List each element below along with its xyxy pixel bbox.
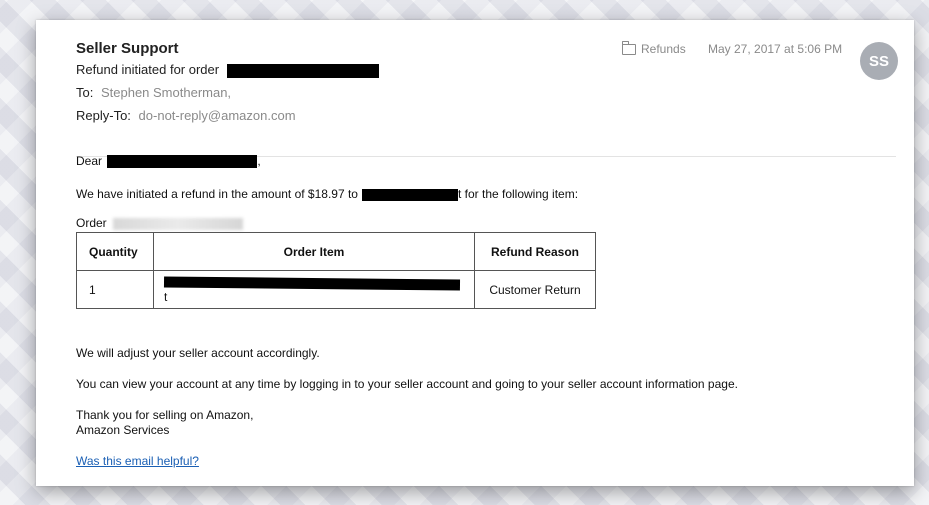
refund-line: We have initiated a refund in the amount…: [76, 187, 578, 201]
sender-name: Seller Support: [76, 40, 179, 57]
refund-table: Quantity Order Item Refund Reason 1 t Cu…: [76, 232, 596, 309]
cell-quantity: 1: [76, 270, 154, 309]
subject-text: Refund initiated for order: [76, 62, 220, 77]
mailbox-tag[interactable]: Refunds: [622, 40, 686, 56]
header-quantity: Quantity: [76, 232, 154, 271]
mailbox-name: Refunds: [641, 42, 686, 56]
adjust-line: We will adjust your seller account accor…: [76, 346, 320, 360]
avatar[interactable]: SS: [860, 42, 898, 80]
table-header-row: Quantity Order Item Refund Reason: [76, 232, 596, 271]
item-tail: t: [164, 289, 168, 304]
order-label: Order: [76, 216, 107, 230]
table-row: 1 t Customer Return: [76, 270, 596, 309]
header-order-item: Order Item: [153, 232, 475, 271]
greeting-line: Dear ,: [76, 154, 261, 169]
folder-icon: [622, 40, 636, 55]
header-refund-reason: Refund Reason: [474, 232, 596, 271]
thanks-line: Thank you for selling on Amazon,: [76, 408, 254, 422]
email-subject: Refund initiated for order: [76, 62, 379, 78]
greeting-comma: ,: [257, 154, 261, 168]
redacted-order-number: [226, 63, 379, 78]
blurred-order-id: [112, 217, 243, 230]
to-recipient[interactable]: Stephen Smotherman,: [101, 85, 231, 100]
refund-text: We have initiated a refund in the amount…: [76, 187, 358, 201]
helpful-link[interactable]: Was this email helpful?: [76, 454, 199, 468]
cell-refund-reason: Customer Return: [474, 270, 596, 309]
view-account-line: You can view your account at any time by…: [76, 377, 738, 391]
redacted-recipient-name: [107, 155, 258, 169]
redacted-item-name: [163, 276, 461, 291]
reply-to-label: Reply-To:: [76, 108, 131, 123]
email-date: May 27, 2017 at 5:06 PM: [708, 42, 843, 56]
to-line: To: Stephen Smotherman,: [76, 85, 231, 100]
refund-text-end: t for the following item:: [457, 187, 579, 201]
order-line: Order: [76, 216, 243, 230]
to-label: To:: [76, 85, 94, 100]
reply-to-line: Reply-To: do-not-reply@amazon.com: [76, 108, 296, 123]
email-header: Seller Support Refund initiated for orde…: [76, 38, 898, 157]
email-window: Seller Support Refund initiated for orde…: [36, 20, 914, 486]
cell-order-item: t: [153, 270, 475, 309]
redacted-payee: [361, 188, 458, 201]
reply-to-address[interactable]: do-not-reply@amazon.com: [139, 108, 296, 123]
greeting-text: Dear: [76, 154, 103, 168]
signature-line: Amazon Services: [76, 423, 170, 437]
